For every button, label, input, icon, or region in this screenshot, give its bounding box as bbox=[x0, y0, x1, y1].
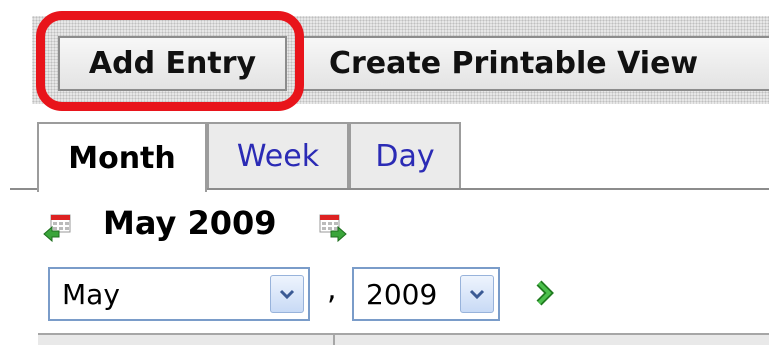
year-select[interactable]: 2009 bbox=[352, 267, 500, 321]
add-entry-button[interactable]: Add Entry bbox=[58, 36, 287, 91]
grid-divider bbox=[333, 333, 335, 345]
date-separator: , bbox=[327, 272, 337, 307]
tab-week[interactable]: Week bbox=[207, 122, 349, 188]
create-printable-view-button[interactable]: Create Printable View bbox=[299, 36, 769, 91]
calendar-grid-header bbox=[38, 333, 769, 345]
calendar-next-icon[interactable] bbox=[318, 213, 348, 243]
calendar-prev-icon[interactable] bbox=[42, 213, 72, 243]
month-title: May 2009 bbox=[103, 204, 277, 242]
tab-month[interactable]: Month bbox=[37, 122, 207, 192]
year-select-value: 2009 bbox=[366, 277, 438, 311]
month-select[interactable]: May bbox=[48, 267, 310, 321]
chevron-down-icon[interactable] bbox=[270, 275, 304, 313]
tab-day[interactable]: Day bbox=[349, 122, 461, 188]
chevron-down-icon[interactable] bbox=[460, 275, 494, 313]
green-arrow-right-icon[interactable] bbox=[529, 278, 559, 308]
month-select-value: May bbox=[62, 277, 120, 311]
